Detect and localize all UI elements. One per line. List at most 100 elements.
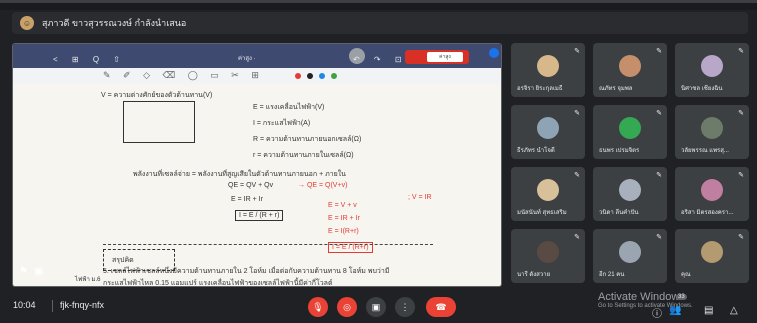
participant-tile[interactable]: ✎ อริสา มิตรสองครา... [675,167,749,221]
participant-name: นิศาชล เชียงฉิน [681,86,723,92]
participant-avatar [619,241,641,263]
participant-name: อีก 21 คน [599,272,625,278]
green-color-icon[interactable] [331,73,337,79]
participant-tile[interactable]: ✎ คุณ [675,229,749,283]
bar-divider [52,300,53,312]
mic-muted-icon: ✎ [656,234,662,241]
wb-bottom-2: กระแสไฟฟ้าไหล 0.15 แอมแปร์ แรงเคลื่อนไฟฟ… [103,280,333,287]
blue-color-icon[interactable] [319,73,325,79]
participant-tile[interactable]: ✎ มนัสนันท์ สุทธเสริม [511,167,585,221]
frame-icon[interactable]: ▣ [34,266,43,277]
participant-tile[interactable]: ✎ ณภัทร จุมพล [593,43,667,97]
participant-name: วลัยพรรณ แพรสุ... [681,148,729,154]
participant-grid: ✎ อรจิรา ยิระกุลเมธี ✎ ณภัทร จุมพล ✎ นิศาชล เ… [511,43,751,283]
participant-tile[interactable]: ✎ วนิดา ลีนคำปัน [593,167,667,221]
people-icon[interactable]: 👥 [669,305,681,316]
mic-muted-icon: ✎ [738,172,744,179]
presenter-header: ☺ สุภาวดี ขาวสุวรรณวงษ์ กำลังนำเสนอ [12,12,748,34]
wb-eq-1-red: → QE = Q(V+v) [298,182,348,189]
mic-muted-icon: ✎ [574,172,580,179]
participant-name: คุณ [681,272,691,278]
wb-line-3: I = กระแสไฟฟ้า(A) [253,120,311,127]
wb-line-5: r = ความต้านทานภายในเซลล์(Ω) [253,152,354,159]
dashed-divider [103,244,433,245]
participant-name: วนิดา ลีนคำปัน [599,210,639,216]
stage-left-controls: ⚑ ▣ [19,266,43,277]
pin-icon[interactable]: ⚑ [19,266,28,277]
wb-bottom-1: 5. เซลล์ไฟฟ้าเซลล์หนึ่งมีความต้านทานภายใ… [103,268,390,275]
people-count-badge: 33 [676,294,687,300]
presenting-icon[interactable] [489,48,499,58]
participant-name: มนัสนันท์ สุทธเสริม [517,210,567,216]
end-call-button[interactable]: ☎ [426,297,456,317]
participant-avatar [701,241,723,263]
tablet-tab[interactable]: ค่าสูง [427,52,463,62]
participant-name: อริสา มิตรสองครา... [681,210,734,216]
info-icon[interactable]: ⓘ [652,305,662,320]
participant-tile[interactable]: ✎ ธนพร เปรมจิตร [593,105,667,159]
mic-muted-icon: ✎ [656,110,662,117]
participant-name: นารี ดังสวาย [517,272,551,278]
participant-avatar [619,55,641,77]
whiteboard-page: V = ความต่างศักย์ของตัวต้านทาน(V) E = แร… [13,84,501,286]
chat-icon[interactable]: ▤ [704,305,713,316]
mic-muted-icon: ✎ [738,234,744,241]
top-stripe [0,0,757,3]
wb-line-1: V = ความต่างศักย์ของตัวต้านทาน(V) [101,92,213,99]
black-color-icon[interactable] [307,73,313,79]
participant-tile[interactable]: ✎ นิศาชล เชียงฉิน [675,43,749,97]
wb-line-2: E = แรงเคลื่อนไฟฟ้า(V) [253,104,325,111]
participant-avatar [537,55,559,77]
mic-muted-icon: ✎ [574,234,580,241]
participant-name: ธนพร เปรมจิตร [599,148,640,154]
participant-avatar [701,117,723,139]
participant-avatar [619,117,641,139]
wb-line-4: R = ความต้านทานภายนอกเซลล์(Ω) [253,136,362,143]
participant-name: อรจิรา ยิระกุลเมธี [517,86,563,92]
participant-tile[interactable]: ✎ ธีรภัทร นำโจดี [511,105,585,159]
tablet-title: ค่าสูง · [238,56,256,62]
tool-icons[interactable]: ✎ ✐ ◇ ⌫ ◯ ▭ ✂ ⊞ [103,70,264,81]
participant-tile[interactable]: ✎ นารี ดังสวาย [511,229,585,283]
presenter-name: สุภาวดี ขาวสุวรรณวงษ์ กำลังนำเสนอ [42,18,187,28]
more-icon[interactable]: ⋮ [395,297,415,317]
participant-avatar [701,55,723,77]
tablet-nav-left[interactable]: < ⊞ Q ⇧ [53,55,126,64]
presentation-stage[interactable]: < ⊞ Q ⇧ ค่าสูง · ↶ ↷ ⊡ ✕ ⋯ ค่าสูง ✎ ✐ ◇ … [12,43,502,287]
participant-tile[interactable]: ✎ อีก 21 คน [593,229,667,283]
meeting-time: 10:04 [13,300,36,310]
mic-muted-icon: ✎ [656,48,662,55]
mic-muted-icon: ✎ [574,48,580,55]
mic-muted-icon: ✎ [656,172,662,179]
participant-tile[interactable]: ✎ อรจิรา ยิระกุลเมธี [511,43,585,97]
meeting-code: fjk-fnqy-nfx [60,300,105,310]
participant-name: ธีรภัทร นำโจดี [517,148,555,154]
presenter-avatar: ☺ [20,16,34,30]
tablet-app-bar: < ⊞ Q ⇧ ค่าสูง · ↶ ↷ ⊡ ✕ ⋯ ค่าสูง [13,44,501,68]
participant-avatar [537,241,559,263]
mic-off-icon[interactable]: 🎙 [308,297,328,317]
camera-off-icon[interactable]: ◎ [337,297,357,317]
circuit-diagram [123,101,195,143]
wb-eq-1: QE = QV + Qv [228,182,274,189]
wb-red-5: ; V = IR [408,194,432,201]
wb-red-3: E = I(R+r) [328,228,359,235]
participant-avatar [701,179,723,201]
wb-red-2: E = IR + Ir [328,215,360,222]
activate-windows-title: Activate Windows [598,291,685,303]
mic-muted-icon: ✎ [738,48,744,55]
activities-icon[interactable]: △ [730,305,738,316]
wb-red-1: E = V + v [328,202,357,209]
mic-muted-icon: ✎ [738,110,744,117]
wb-eq-2: E = IR + Ir [231,196,263,203]
present-icon[interactable]: ▣ [366,297,386,317]
participant-tile[interactable]: ✎ วลัยพรรณ แพรสุ... [675,105,749,159]
top-strip [0,0,757,10]
summary-label: สรุปคิด [112,257,134,264]
red-color-icon[interactable] [295,73,301,79]
recording-pill: ค่าสูง [405,50,469,64]
mic-muted-icon: ✎ [574,110,580,117]
wb-eq-3: I = E / (R + r) [235,210,284,221]
participant-avatar [537,179,559,201]
participant-name: ณภัทร จุมพล [599,86,633,92]
